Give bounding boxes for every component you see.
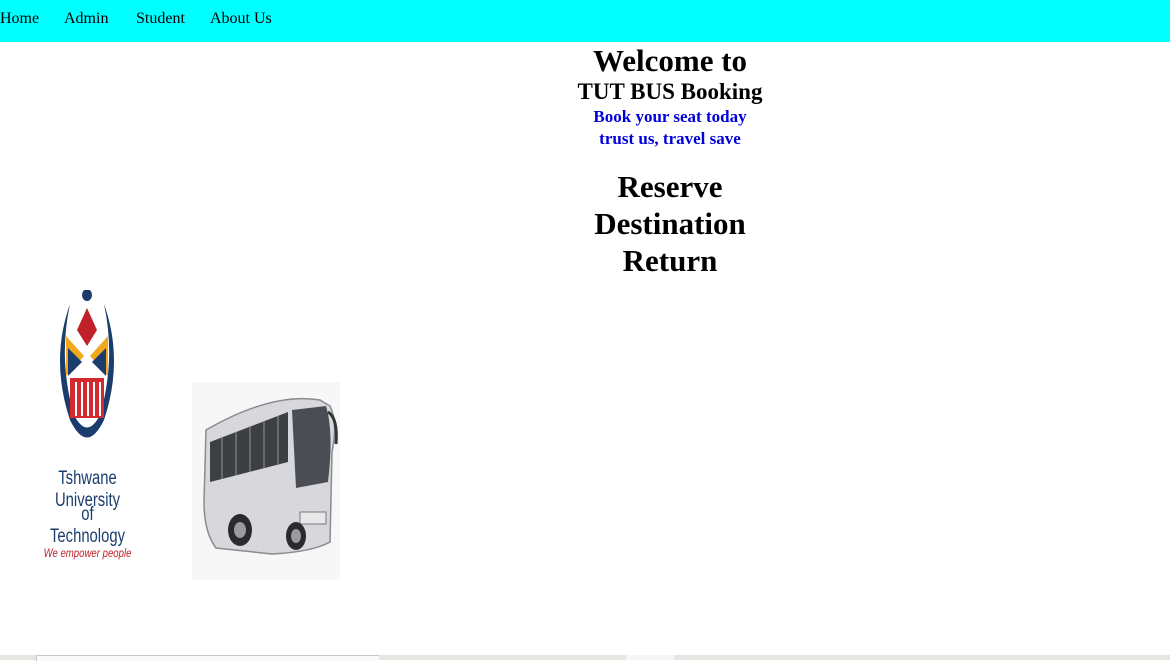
welcome-heading: Welcome to [592, 43, 748, 78]
nav-home-link[interactable]: Home [0, 10, 39, 28]
tagline-trust-us: trust us, travel save [599, 129, 741, 148]
nav-student-link[interactable]: Student [136, 10, 185, 28]
bus-image [192, 382, 340, 580]
menu-reserve[interactable]: Reserve [490, 169, 850, 205]
tut-logo-icon [60, 290, 114, 438]
menu-return[interactable]: Return [490, 243, 850, 279]
bus-icon [203, 397, 338, 555]
bottom-panel-edge [36, 655, 379, 661]
logo-slogan: We empower people [43, 546, 132, 560]
logo-technology-name: of Technology [50, 504, 125, 547]
menu-destination[interactable]: Destination [490, 206, 850, 242]
top-navbar: Home Admin Student About Us [0, 0, 1170, 42]
site-title: TUT BUS Booking [577, 79, 763, 104]
bottom-strip-highlight [626, 655, 674, 660]
nav-admin-link[interactable]: Admin [64, 10, 108, 28]
nav-about-us-link[interactable]: About Us [210, 10, 272, 28]
tut-logo: Tshwane University of Technology We empo… [30, 290, 145, 570]
tagline-book-seat: Book your seat today [593, 107, 747, 126]
